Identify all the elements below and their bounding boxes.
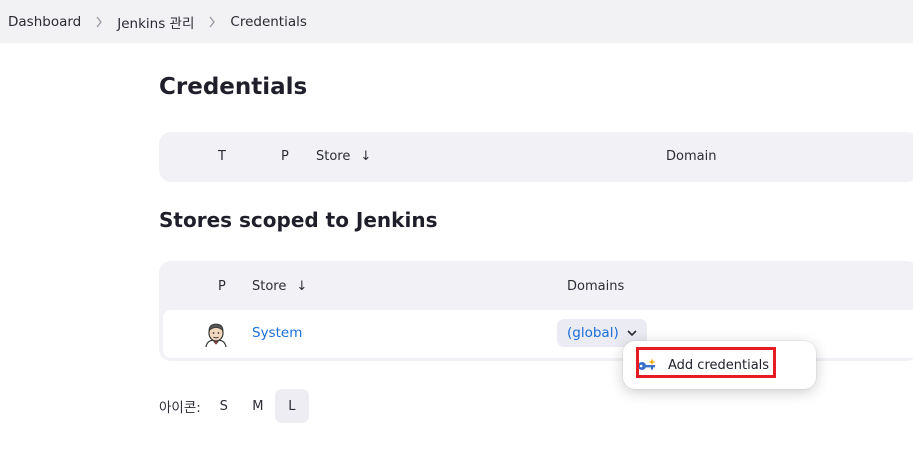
- jenkins-butler-icon: [203, 322, 229, 348]
- icon-size-m[interactable]: M: [241, 389, 275, 423]
- store-link-system[interactable]: System: [252, 325, 302, 341]
- domain-label: (global): [567, 325, 619, 341]
- icon-size-l[interactable]: L: [274, 389, 309, 423]
- column-header-store[interactable]: Store ↓: [252, 277, 307, 297]
- domain-dropdown-menu: Add credentials: [623, 341, 816, 389]
- column-header-type: T: [218, 149, 226, 164]
- column-header-provider: P: [281, 149, 289, 164]
- icon-size-s[interactable]: S: [207, 389, 241, 423]
- sort-arrow-icon: ↓: [360, 149, 372, 164]
- section-title: Stores scoped to Jenkins: [159, 208, 438, 232]
- breadcrumb-manage-jenkins[interactable]: Jenkins 관리: [117, 12, 194, 32]
- icon-size-selector: 아이콘: S M L: [159, 388, 309, 424]
- breadcrumb-dashboard[interactable]: Dashboard: [8, 14, 81, 30]
- add-credentials-label: Add credentials: [668, 357, 770, 373]
- sort-arrow-icon: ↓: [296, 279, 308, 294]
- page-title: Credentials: [159, 74, 308, 100]
- column-header-store-label: Store: [252, 279, 287, 294]
- chevron-right-icon: [81, 14, 117, 30]
- chevron-right-icon: [194, 14, 230, 30]
- add-credentials-menu-item[interactable]: Add credentials: [637, 353, 769, 377]
- column-header-domains: Domains: [567, 279, 625, 294]
- chevron-down-icon: [627, 329, 637, 337]
- icon-size-label: 아이콘:: [159, 400, 201, 416]
- column-header-provider: P: [218, 279, 226, 294]
- breadcrumb-credentials[interactable]: Credentials: [230, 14, 307, 30]
- key-add-icon: [638, 358, 656, 370]
- column-header-domain: Domain: [666, 149, 717, 164]
- column-header-store-label: Store: [316, 149, 351, 164]
- credentials-table: T P Store ↓ Domain: [159, 132, 913, 182]
- column-header-store[interactable]: Store ↓: [316, 147, 371, 167]
- breadcrumb: Dashboard Jenkins 관리 Credentials: [0, 0, 913, 43]
